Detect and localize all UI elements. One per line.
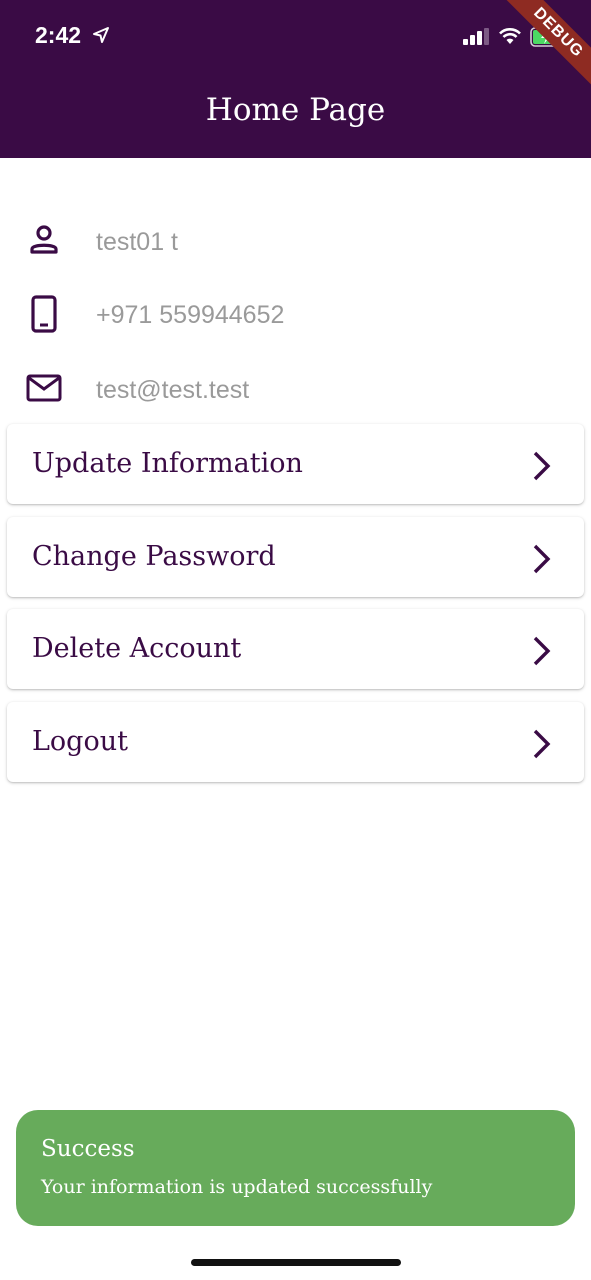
home-indicator[interactable] [191,1259,401,1266]
location-arrow-icon [93,27,109,43]
logout-button[interactable]: Logout [7,702,584,782]
delete-account-label: Delete Account [32,633,242,664]
update-information-label: Update Information [32,448,303,479]
profile-phone: +971 559944652 [96,301,285,329]
logout-label: Logout [32,726,128,757]
mail-icon [26,374,62,402]
snackbar-message: Your information is updated successfully [41,1176,433,1198]
phone-icon [31,295,57,333]
profile-email-row: test@test.test [26,370,566,410]
profile-name-row: test01 t [26,222,566,262]
person-icon [30,225,58,254]
profile-email: test@test.test [96,376,250,404]
snackbar-title: Success [41,1136,135,1162]
profile-name: test01 t [96,228,178,256]
profile-phone-row: +971 559944652 [26,295,566,335]
change-password-label: Change Password [32,541,276,572]
status-time: 2:42 [35,22,82,48]
chevron-right-icon [533,451,551,481]
app-header: 2:42 DEBUG Home Page [0,0,591,158]
chevron-right-icon [533,544,551,574]
signal-icon [463,28,489,45]
page-title: Home Page [205,92,386,128]
update-information-button[interactable]: Update Information [7,424,584,504]
chevron-right-icon [533,636,551,666]
change-password-button[interactable]: Change Password [7,517,584,597]
delete-account-button[interactable]: Delete Account [7,609,584,689]
wifi-icon [499,28,521,44]
chevron-right-icon [533,729,551,759]
status-bar: 2:42 [0,0,591,70]
success-snackbar[interactable]: Success Your information is updated succ… [16,1110,575,1226]
